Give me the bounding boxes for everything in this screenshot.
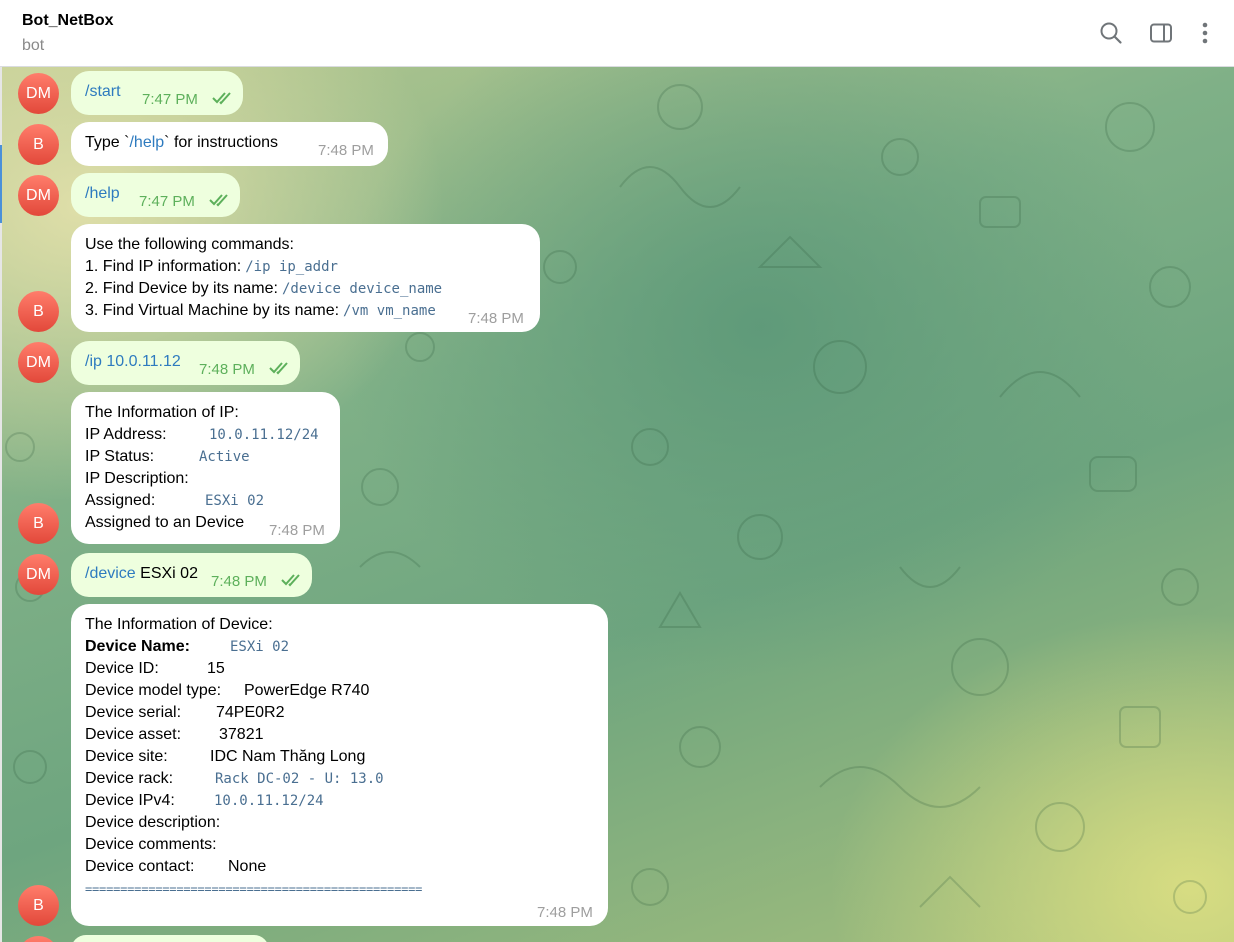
command-argument: ESXi 02 <box>135 565 198 582</box>
field-label: Device Name: <box>85 638 190 655</box>
message-text: ` for instructions <box>164 134 278 151</box>
separator-line: ========================================… <box>85 882 423 896</box>
message-time: 7:47 PM <box>142 91 198 108</box>
avatar[interactable]: B <box>18 503 59 544</box>
field-value[interactable]: ESXi 02 <box>205 490 264 512</box>
message-text: 1. Find IP information: <box>85 258 242 275</box>
field-label: Device IPv4: <box>85 792 175 809</box>
field-label: Device site: <box>85 748 168 765</box>
message-incoming[interactable]: Use the following commands: 1. Find IP i… <box>71 224 540 332</box>
avatar[interactable]: DM <box>18 73 59 114</box>
read-receipt-icon <box>212 92 231 105</box>
field-label: Device asset: <box>85 726 182 743</box>
chat-subtitle: bot <box>22 37 45 54</box>
message-text: 2. Find Device by its name: <box>85 280 278 297</box>
message-time: 7:48 PM <box>537 904 593 921</box>
command-link[interactable]: /start <box>85 83 121 100</box>
code-text[interactable]: /device device_name <box>282 278 442 300</box>
avatar[interactable]: DM <box>18 342 59 383</box>
field-value: PowerEdge R740 <box>244 682 370 699</box>
field-value: None <box>228 858 267 875</box>
field-label: Device rack: <box>85 770 174 787</box>
field-value[interactable]: Rack DC-02 - U: 13.0 <box>215 768 384 790</box>
message-text: The Information of Device: <box>85 616 273 633</box>
field-label: IP Description: <box>85 470 189 487</box>
message-time: 7:48 PM <box>318 142 374 159</box>
read-receipt-icon <box>281 574 300 587</box>
command-link[interactable]: /ip <box>85 353 102 370</box>
read-receipt-icon <box>269 362 288 375</box>
command-link[interactable]: /help <box>85 185 120 202</box>
field-label: Device ID: <box>85 660 159 677</box>
search-icon[interactable] <box>1098 20 1124 46</box>
message-outgoing[interactable]: /device ESXi 02 7:48 PM <box>71 553 312 597</box>
message-incoming[interactable]: The Information of IP: IP Address: 10.0.1… <box>71 392 340 544</box>
message-time: 7:48 PM <box>269 522 325 539</box>
field-value[interactable]: Active <box>199 446 250 468</box>
chat-title[interactable]: Bot_NetBox <box>22 12 114 30</box>
field-label: Device serial: <box>85 704 182 721</box>
more-options-icon[interactable] <box>1192 20 1218 46</box>
avatar[interactable]: DM <box>18 175 59 216</box>
field-label: Device description: <box>85 814 221 831</box>
avatar[interactable]: B <box>18 124 59 165</box>
field-value: 74PE0R2 <box>216 704 285 721</box>
avatar[interactable]: B <box>18 291 59 332</box>
field-label: IP Status: <box>85 448 155 465</box>
chat-header: Bot_NetBox bot <box>0 0 1234 67</box>
message-outgoing-partial[interactable] <box>71 935 269 942</box>
message-text: Use the following commands: <box>85 236 294 253</box>
field-value: 15 <box>207 660 225 677</box>
message-time: 7:48 PM <box>468 310 524 327</box>
field-value: 37821 <box>219 726 264 743</box>
avatar[interactable]: DM <box>18 554 59 595</box>
message-time: 7:47 PM <box>139 193 195 210</box>
sidebar-toggle-icon[interactable] <box>1148 20 1174 46</box>
command-link[interactable]: /help <box>129 134 164 151</box>
message-outgoing[interactable]: /help 7:47 PM <box>71 173 240 217</box>
field-label: Device contact: <box>85 858 195 875</box>
message-text: 3. Find Virtual Machine by its name: <box>85 302 340 319</box>
field-value[interactable]: ESXi 02 <box>230 636 289 658</box>
left-edge-accent <box>0 145 2 223</box>
field-label: Device comments: <box>85 836 217 853</box>
command-link[interactable]: /device <box>85 565 136 582</box>
code-text[interactable]: /vm vm_name <box>343 300 436 322</box>
message-text: The Information of IP: <box>85 404 239 421</box>
field-label: Device model type: <box>85 682 222 699</box>
field-value: IDC Nam Thăng Long <box>210 748 366 765</box>
message-incoming[interactable]: Type `/help` for instructions 7:48 PM <box>71 122 388 166</box>
read-receipt-icon <box>209 194 228 207</box>
field-label: Assigned: <box>85 492 156 509</box>
avatar[interactable]: B <box>18 885 59 926</box>
field-label: IP Address: <box>85 426 167 443</box>
field-value[interactable]: 10.0.11.12/24 <box>209 424 319 446</box>
command-argument: 10.0.11.12 <box>101 353 181 370</box>
message-outgoing[interactable]: /start 7:47 PM <box>71 71 243 115</box>
message-incoming[interactable]: The Information of Device: Device Name: E… <box>71 604 608 926</box>
message-time: 7:48 PM <box>199 361 255 378</box>
message-outgoing[interactable]: /ip 10.0.11.12 7:48 PM <box>71 341 300 385</box>
field-value[interactable]: 10.0.11.12/24 <box>214 790 324 812</box>
message-time: 7:48 PM <box>211 573 267 590</box>
code-text[interactable]: /ip ip_addr <box>245 256 338 278</box>
message-text: Type ` <box>85 134 130 151</box>
